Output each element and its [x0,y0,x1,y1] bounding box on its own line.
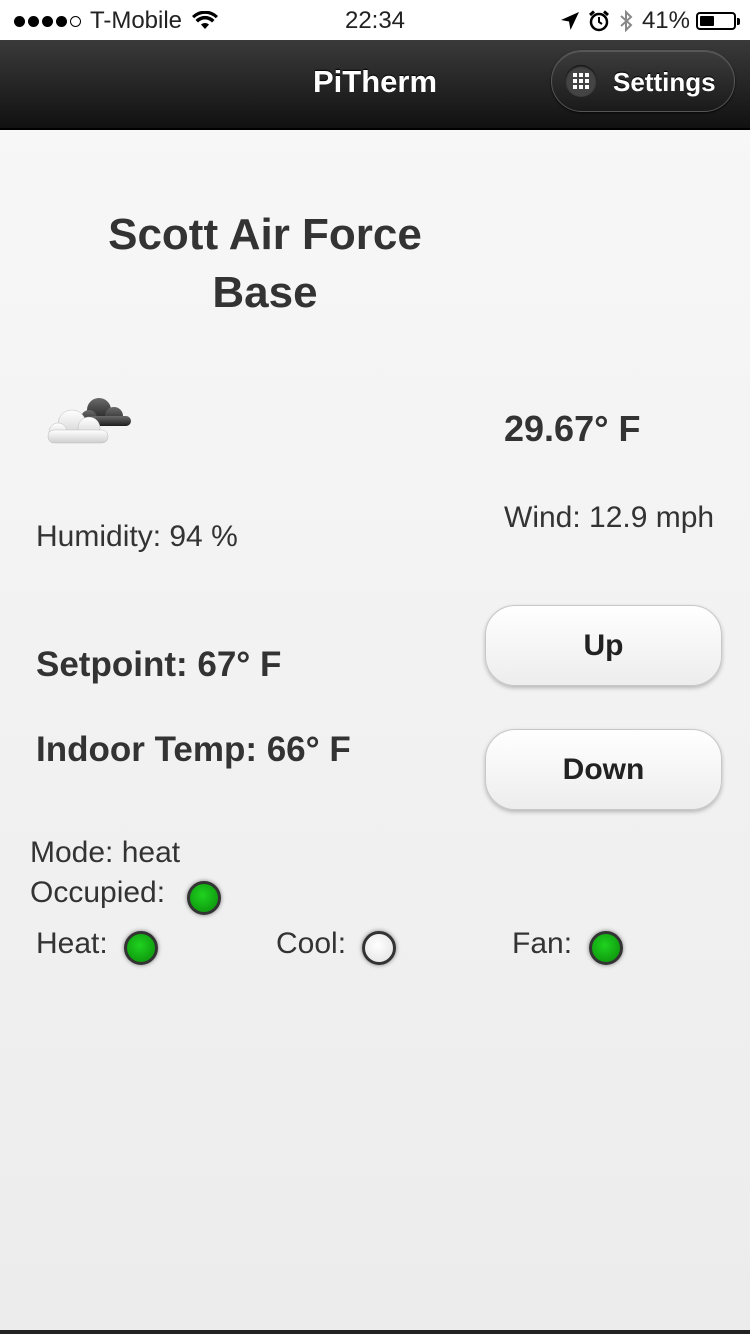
heat-indicator-icon [124,931,158,965]
location-title: Scott Air Force Base [108,210,422,317]
mode-readout: Mode: heat [30,836,181,869]
status-right: 41% [560,7,740,35]
setpoint-readout: Setpoint: 67° F [36,645,282,684]
status-bar: T-Mobile 22:34 41% [0,0,750,40]
cool-label: Cool: [276,927,347,960]
cool-indicator-icon [362,931,396,965]
humidity-readout: Humidity: 94 % [36,520,238,553]
setpoint-up-button[interactable]: Up [485,605,722,686]
settings-label: Settings [613,67,716,97]
wind-readout: Wind: 12.9 mph [504,501,715,534]
settings-button[interactable]: Settings [551,50,735,112]
occupied-indicator-icon [187,881,221,915]
app-header: PiTherm Settings [0,40,750,130]
fan-indicator-icon [589,931,623,965]
bottom-divider [0,1330,750,1334]
bluetooth-icon [620,9,633,33]
setpoint-down-button[interactable]: Down [485,729,722,810]
occupied-label: Occupied: [30,876,166,909]
battery-percent: 41% [641,7,690,34]
alarm-clock-icon [588,10,609,32]
outdoor-temperature: 29.67° F [504,408,641,449]
fan-label: Fan: [512,927,573,960]
location-arrow-icon [560,12,579,30]
cloudy-icon [47,398,131,444]
indoor-temp-readout: Indoor Temp: 66° F [36,730,351,769]
battery-icon [696,12,740,30]
heat-label: Heat: [36,927,108,960]
grid-icon [565,65,597,97]
